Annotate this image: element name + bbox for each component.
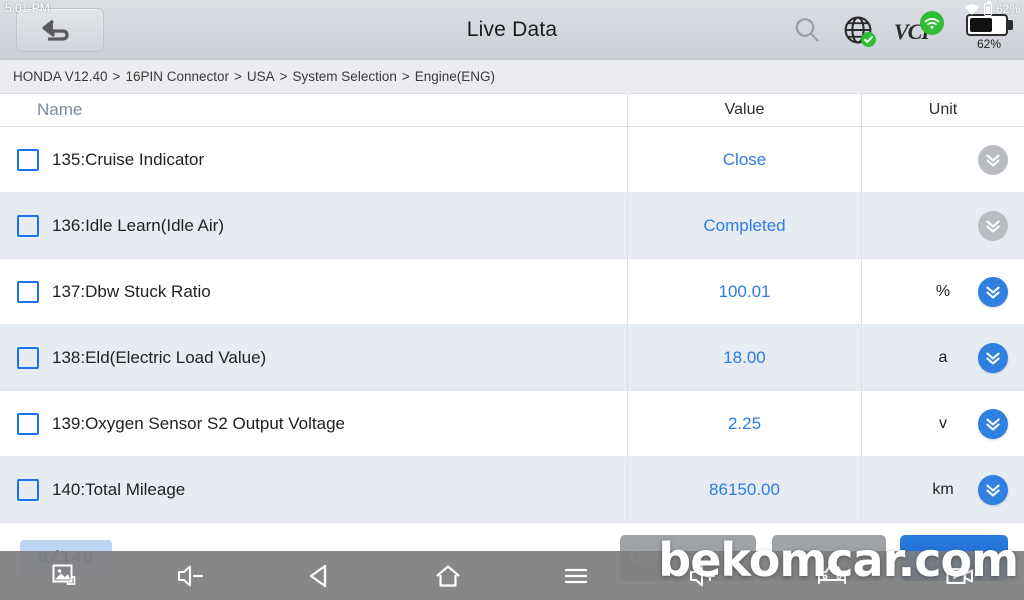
parameter-name: 135:Cruise Indicator bbox=[52, 149, 205, 169]
volume-down-icon bbox=[178, 565, 204, 586]
table-row[interactable]: 140:Total Mileage 86150.00 km bbox=[0, 457, 1024, 523]
cell-unit bbox=[862, 193, 1024, 258]
cell-value: Completed bbox=[628, 193, 862, 258]
battery-percent-label: 62% bbox=[976, 37, 1002, 51]
breadcrumb-item-0[interactable]: HONDA V12.40 bbox=[13, 69, 108, 84]
globe-button[interactable] bbox=[842, 14, 876, 47]
home-icon bbox=[436, 564, 460, 587]
cell-unit: % bbox=[862, 259, 1024, 324]
breadcrumb-separator: > bbox=[401, 69, 410, 84]
row-checkbox[interactable] bbox=[17, 412, 39, 435]
unit-label: km bbox=[932, 480, 954, 498]
menu-icon bbox=[564, 568, 588, 583]
breadcrumb-item-3[interactable]: System Selection bbox=[293, 69, 397, 84]
android-nav-bar bbox=[0, 551, 1024, 600]
live-data-screen: Live Data VCI 62% HONDA V12.40 > 16PIN C… bbox=[0, 0, 1024, 600]
cell-name: 138:Eld(Electric Load Value) bbox=[0, 325, 628, 390]
row-checkbox[interactable] bbox=[17, 214, 39, 237]
nav-volume-down-button[interactable] bbox=[128, 551, 256, 600]
nav-home-button[interactable] bbox=[384, 551, 512, 600]
cell-name: 140:Total Mileage bbox=[0, 457, 628, 522]
breadcrumb-separator: > bbox=[112, 69, 121, 84]
battery-cap bbox=[1008, 20, 1013, 30]
table-row[interactable]: 136:Idle Learn(Idle Air) Completed bbox=[0, 193, 1024, 259]
app-bar: Live Data VCI 62% bbox=[0, 0, 1024, 60]
nav-screen-record-button[interactable] bbox=[896, 551, 1024, 600]
cell-value: 18.00 bbox=[628, 325, 862, 390]
chevron-double-down-icon[interactable] bbox=[978, 408, 1008, 439]
cell-name: 136:Idle Learn(Idle Air) bbox=[0, 193, 628, 258]
chevron-double-down-icon[interactable] bbox=[978, 342, 1008, 373]
screenshot-icon bbox=[52, 564, 76, 585]
search-icon bbox=[795, 18, 819, 42]
column-header-unit: Unit bbox=[928, 101, 958, 118]
cell-value: Close bbox=[628, 127, 862, 192]
nav-screenshot-button[interactable] bbox=[0, 551, 128, 600]
parameter-name: 137:Dbw Stuck Ratio bbox=[52, 281, 211, 301]
cell-value: 100.01 bbox=[628, 259, 862, 324]
table-row[interactable]: 138:Eld(Electric Load Value) 18.00 a bbox=[0, 325, 1024, 391]
unit-label: v bbox=[939, 414, 947, 432]
nav-back-button[interactable] bbox=[256, 551, 384, 600]
cell-value: 2.25 bbox=[628, 391, 862, 456]
battery-icon bbox=[966, 14, 1008, 36]
parameter-name: 136:Idle Learn(Idle Air) bbox=[52, 215, 224, 235]
chevron-double-down-icon[interactable] bbox=[978, 474, 1008, 505]
unit-label: % bbox=[935, 282, 951, 300]
breadcrumb-item-1[interactable]: 16PIN Connector bbox=[125, 69, 229, 84]
vci-status-button[interactable]: VCI bbox=[894, 11, 944, 47]
row-checkbox[interactable] bbox=[17, 346, 39, 369]
row-checkbox[interactable] bbox=[17, 478, 39, 501]
chevron-double-down-icon bbox=[978, 144, 1008, 175]
check-badge-icon bbox=[861, 32, 876, 47]
table-row[interactable]: 137:Dbw Stuck Ratio 100.01% bbox=[0, 259, 1024, 325]
cell-name: 139:Oxygen Sensor S2 Output Voltage bbox=[0, 391, 628, 456]
appbar-icon-group: VCI 62% bbox=[792, 0, 1016, 60]
car-icon bbox=[818, 565, 846, 584]
battery-fill bbox=[970, 18, 992, 32]
cell-name: 137:Dbw Stuck Ratio bbox=[0, 259, 628, 324]
back-triangle-icon bbox=[309, 564, 327, 587]
parameter-name: 138:Eld(Electric Load Value) bbox=[52, 347, 267, 367]
unit-label: a bbox=[938, 348, 948, 366]
table-header-row: Name Value Unit bbox=[0, 94, 1024, 127]
parameter-name: 140:Total Mileage bbox=[52, 479, 186, 499]
breadcrumb-separator: > bbox=[234, 69, 242, 84]
table-row[interactable]: 135:Cruise Indicator Close bbox=[0, 127, 1024, 193]
breadcrumb-separator: > bbox=[279, 69, 288, 84]
cell-name: 135:Cruise Indicator bbox=[0, 127, 628, 192]
chevron-double-down-icon[interactable] bbox=[978, 276, 1008, 307]
wifi-signal-icon bbox=[920, 11, 944, 35]
cell-unit: a bbox=[862, 325, 1024, 390]
battery-widget[interactable]: 62% bbox=[962, 6, 1016, 54]
row-checkbox[interactable] bbox=[17, 280, 39, 303]
nav-vehicle-button[interactable] bbox=[768, 551, 896, 600]
volume-up-icon bbox=[690, 565, 716, 586]
breadcrumb-item-4[interactable]: Engine(ENG) bbox=[415, 69, 495, 84]
column-header-value: Value bbox=[628, 94, 862, 126]
cell-value: 86150.00 bbox=[628, 457, 862, 522]
cell-unit bbox=[862, 127, 1024, 192]
table-body: 135:Cruise Indicator Close 136:Idle Learn(… bbox=[0, 127, 1024, 523]
chevron-double-down-icon bbox=[978, 210, 1008, 241]
nav-menu-button[interactable] bbox=[512, 551, 640, 600]
live-data-table: Name Value Unit 135:Cruise Indicator Clos… bbox=[0, 94, 1024, 526]
cell-unit: km bbox=[862, 457, 1024, 522]
screen-record-icon bbox=[946, 567, 973, 584]
breadcrumb: HONDA V12.40 > 16PIN Connector > USA > S… bbox=[0, 60, 1024, 94]
cell-unit: v bbox=[862, 391, 1024, 456]
column-header-name: Name bbox=[0, 94, 628, 126]
search-button[interactable] bbox=[792, 15, 822, 45]
breadcrumb-item-2[interactable]: USA bbox=[247, 69, 275, 84]
nav-volume-up-button[interactable] bbox=[640, 551, 768, 600]
parameter-name: 139:Oxygen Sensor S2 Output Voltage bbox=[52, 413, 345, 433]
row-checkbox[interactable] bbox=[17, 148, 39, 171]
table-row[interactable]: 139:Oxygen Sensor S2 Output Voltage 2.25 v bbox=[0, 391, 1024, 457]
